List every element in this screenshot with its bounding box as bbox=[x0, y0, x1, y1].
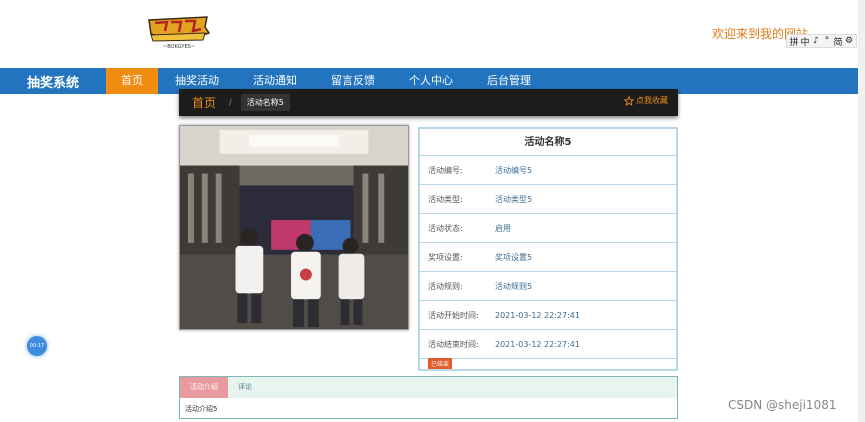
detail-value: 活动类型5 bbox=[495, 194, 533, 204]
page-root: ~BOKGYES~ 欢迎来到我的网站 拼 中 ♪ ° 简 ⚙ 抽奖系统 首页 抽… bbox=[0, 0, 865, 422]
tab-content: 活动介绍5 bbox=[185, 405, 218, 413]
tab-header: 活动介绍 评论 bbox=[180, 377, 677, 398]
ime-chinese-mode[interactable]: 中 bbox=[800, 35, 810, 48]
detail-key: 活动类型: bbox=[428, 194, 463, 204]
scrollbar[interactable] bbox=[858, 0, 865, 422]
activity-photo bbox=[179, 125, 409, 330]
detail-key: 活动规则: bbox=[428, 281, 463, 291]
detail-key: 活动编号: bbox=[428, 165, 463, 175]
detail-row-type: 活动类型: 活动类型5 bbox=[420, 185, 676, 214]
detail-row-id: 活动编号: 活动编号5 bbox=[420, 156, 676, 185]
favorite-button[interactable]: 点我收藏 bbox=[624, 95, 668, 106]
ime-toolbar[interactable]: 拼 中 ♪ ° 简 ⚙ bbox=[786, 34, 857, 48]
detail-value: 启用 bbox=[495, 223, 511, 233]
tab-intro[interactable]: 活动介绍 bbox=[180, 377, 228, 398]
activity-tabs: 活动介绍 评论 活动介绍5 bbox=[179, 376, 678, 419]
breadcrumb-home-link[interactable]: 首页 bbox=[192, 94, 216, 111]
detail-key: 奖项设置: bbox=[428, 252, 463, 262]
detail-row-start-time: 活动开始时间: 2021-03-12 22:27:41 bbox=[420, 301, 676, 330]
breadcrumb: 首页 / 活动名称5 点我收藏 bbox=[179, 89, 678, 116]
favorite-label: 点我收藏 bbox=[636, 96, 668, 105]
recording-timer[interactable]: 00:17 bbox=[27, 336, 47, 356]
detail-value: 活动规则5 bbox=[495, 281, 533, 291]
breadcrumb-current: 活动名称5 bbox=[240, 94, 290, 111]
ime-simplified-toggle[interactable]: 简 bbox=[833, 35, 843, 48]
ime-punct-icon[interactable]: ♪ bbox=[811, 36, 821, 46]
breadcrumb-separator: / bbox=[229, 98, 232, 107]
detail-key: 活动结束时间: bbox=[428, 339, 479, 349]
nav-item-home[interactable]: 首页 bbox=[106, 68, 158, 94]
detail-row-end-time: 活动结束时间: 2021-03-12 22:27:41 bbox=[420, 330, 676, 359]
star-icon bbox=[624, 95, 634, 106]
activity-detail-panel: 活动名称5 活动编号: 活动编号5 活动类型: 活动类型5 活动状态: 启用 奖… bbox=[418, 127, 678, 371]
status-badge: 已结束 bbox=[428, 358, 453, 369]
detail-row-prizes: 奖项设置: 奖项设置5 bbox=[420, 243, 676, 272]
activity-title: 活动名称5 bbox=[420, 129, 676, 156]
ime-settings-icon[interactable]: ⚙ bbox=[844, 36, 854, 46]
nav-brand[interactable]: 抽奖系统 bbox=[0, 72, 106, 91]
ime-pinyin-icon[interactable]: 拼 bbox=[789, 35, 799, 48]
detail-key: 活动开始时间: bbox=[428, 310, 479, 320]
ime-width-icon[interactable]: ° bbox=[822, 36, 832, 46]
detail-key: 活动状态: bbox=[428, 223, 463, 233]
site-logo[interactable]: ~BOKGYES~ bbox=[145, 14, 213, 52]
detail-value: 2021-03-12 22:27:41 bbox=[495, 310, 580, 320]
detail-row-status: 活动状态: 启用 bbox=[420, 214, 676, 243]
detail-value: 奖项设置5 bbox=[495, 252, 533, 262]
detail-row-rules: 活动规则: 活动规则5 bbox=[420, 272, 676, 301]
tab-comments[interactable]: 评论 bbox=[228, 377, 262, 398]
detail-value: 活动编号5 bbox=[495, 165, 533, 175]
detail-value: 2021-03-12 22:27:41 bbox=[495, 339, 580, 349]
watermark: CSDN @sheji1081 bbox=[728, 398, 837, 412]
svg-text:~BOKGYES~: ~BOKGYES~ bbox=[163, 44, 195, 50]
